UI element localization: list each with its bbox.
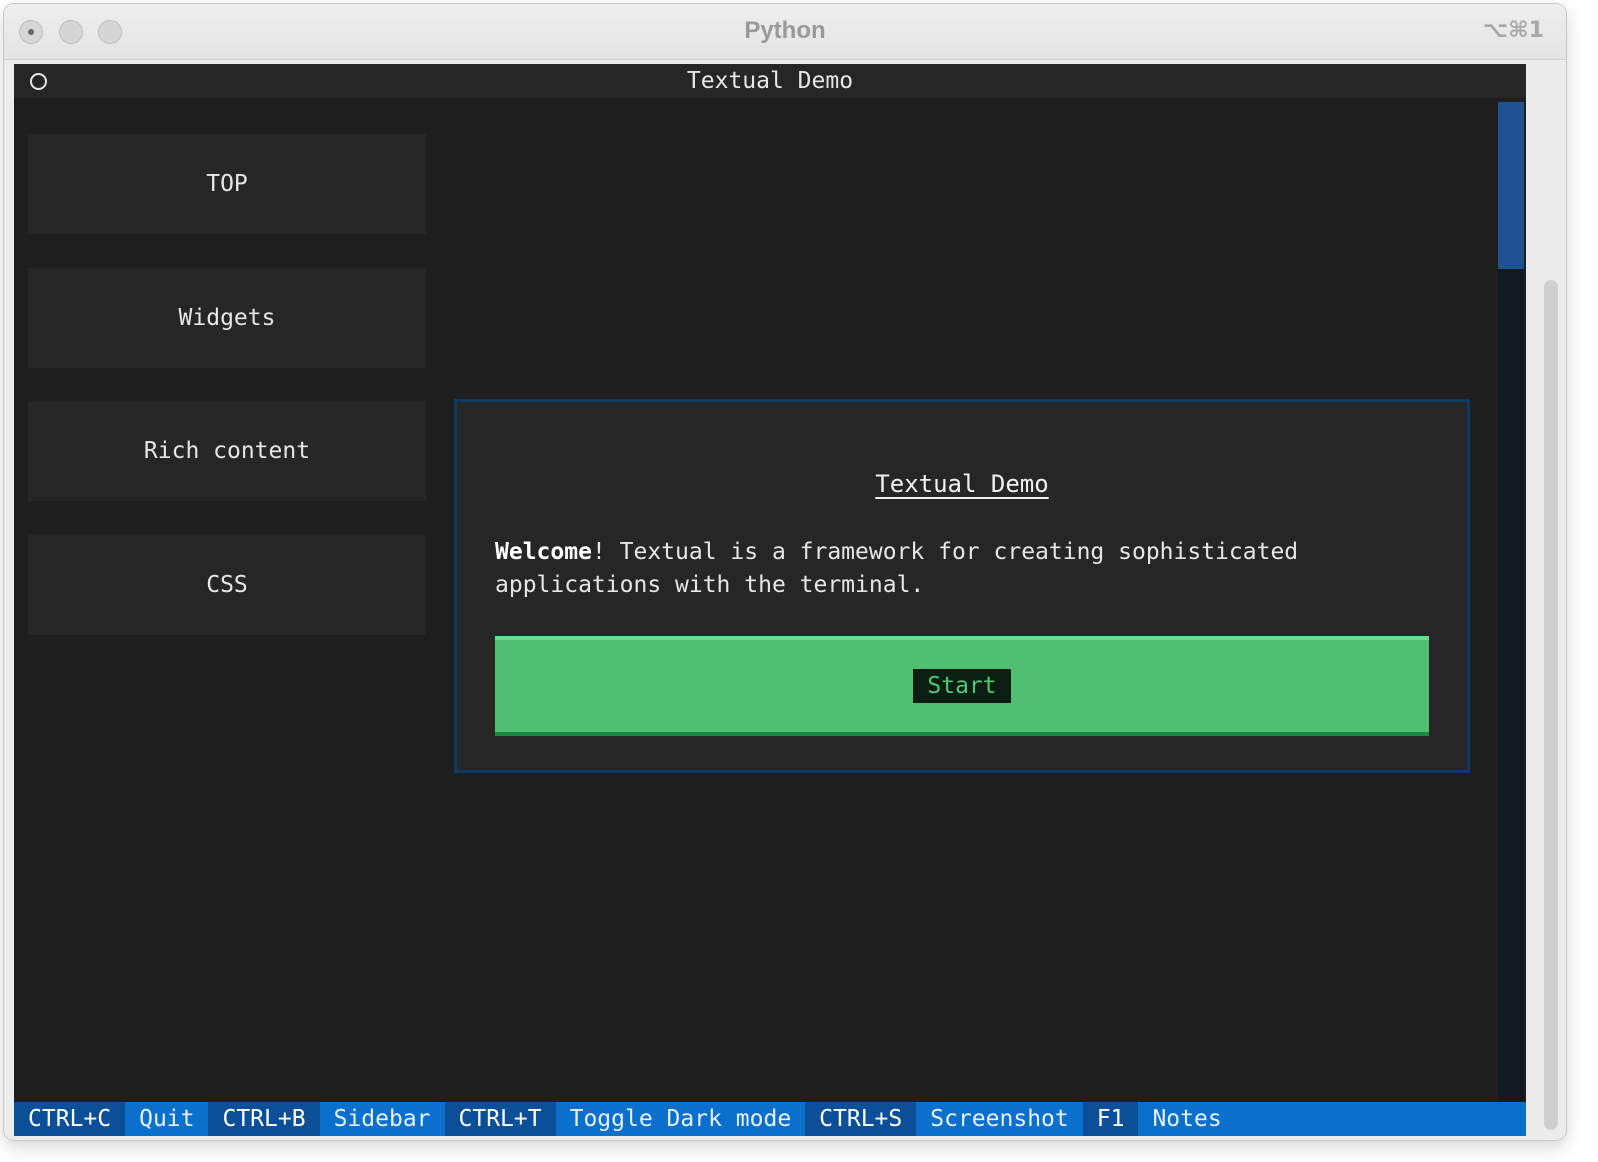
footer-key-dark-mode[interactable]: CTRL+T	[444, 1102, 556, 1136]
sidebar-item-label: CSS	[206, 572, 248, 598]
footer-desc-screenshot[interactable]: Screenshot	[916, 1102, 1083, 1136]
card-title: Textual Demo	[457, 470, 1467, 498]
welcome-rest: ! Textual is a framework for creating so…	[495, 539, 1299, 598]
footer-key-screenshot[interactable]: CTRL+S	[805, 1102, 917, 1136]
sidebar-item-widgets[interactable]: Widgets	[28, 268, 426, 368]
window-shortcut: ⌥⌘1	[1482, 18, 1544, 43]
sidebar-item-label: Rich content	[143, 438, 311, 464]
terminal-area: Textual Demo TOP Widgets Rich content CS…	[14, 64, 1526, 1136]
sidebar-item-rich-content[interactable]: Rich content	[28, 401, 426, 501]
app-header: Textual Demo	[14, 64, 1526, 98]
sidebar-item-label: Widgets	[178, 305, 276, 331]
welcome-card: Textual Demo Welcome! Textual is a frame…	[454, 399, 1470, 773]
footer-desc-quit[interactable]: Quit	[125, 1102, 209, 1136]
footer-key-notes[interactable]: F1	[1082, 1102, 1139, 1136]
app-window: Python ⌥⌘1 Textual Demo TOP Widgets Rich…	[4, 4, 1566, 1140]
sidebar-item-top[interactable]: TOP	[28, 134, 426, 234]
footer-desc-dark-mode[interactable]: Toggle Dark mode	[555, 1102, 806, 1136]
header-title: Textual Demo	[686, 68, 854, 94]
footer-key-sidebar[interactable]: CTRL+B	[208, 1102, 320, 1136]
card-title-text: Textual Demo	[875, 470, 1049, 498]
window-scrollbar[interactable]	[1544, 280, 1558, 1130]
window-title: Python	[744, 17, 826, 44]
sidebar-item-label: TOP	[206, 171, 248, 197]
footer-desc-sidebar[interactable]: Sidebar	[319, 1102, 445, 1136]
welcome-bold: Welcome	[495, 539, 592, 565]
start-button[interactable]: Start	[495, 636, 1429, 736]
welcome-text: Welcome! Textual is a framework for crea…	[495, 536, 1435, 602]
footer-key-quit[interactable]: CTRL+C	[14, 1102, 126, 1136]
start-button-label: Start	[913, 669, 1011, 703]
sidebar-item-css[interactable]: CSS	[28, 535, 426, 635]
scrollbar-thumb[interactable]	[1498, 102, 1524, 269]
window-titlebar: Python ⌥⌘1	[4, 4, 1566, 60]
footer-desc-notes[interactable]: Notes	[1138, 1102, 1236, 1136]
vertical-scrollbar[interactable]	[1498, 102, 1524, 1102]
footer-bar: CTRL+C Quit CTRL+B Sidebar CTRL+T Toggle…	[14, 1102, 1526, 1136]
